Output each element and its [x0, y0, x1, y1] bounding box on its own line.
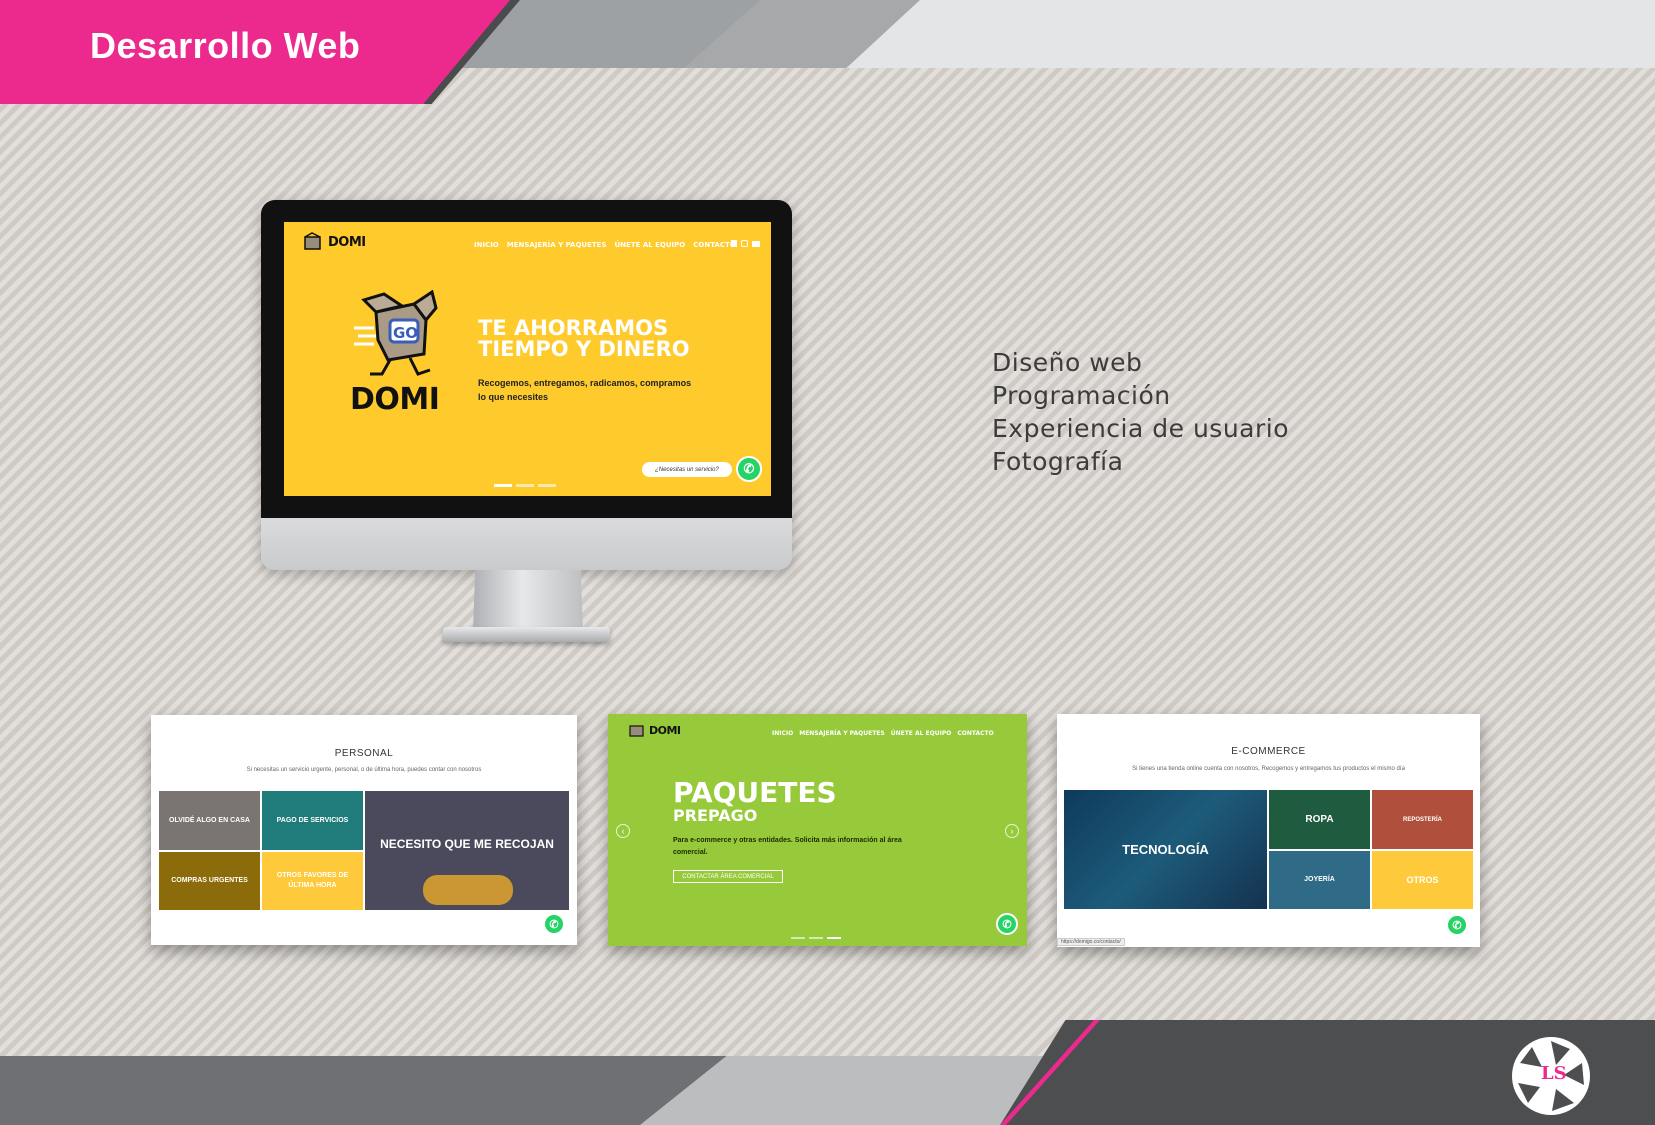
service-item: Diseño web: [992, 348, 1143, 377]
monitor-chin: [261, 518, 792, 570]
personal-subtitle: Si necesitas un servicio urgente, person…: [246, 767, 482, 773]
logo-monogram: LS: [1541, 1063, 1567, 1084]
box-mascot-icon: [629, 725, 644, 737]
carousel-prev-icon[interactable]: ‹: [616, 824, 630, 838]
nav-mensajeria[interactable]: MENSAJERÍA Y PAQUETES: [507, 241, 607, 249]
nav-contacto[interactable]: CONTACTO: [693, 241, 735, 249]
paquetes-title: PAQUETES: [673, 776, 837, 809]
site-nav: INICIO MENSAJERÍA Y PAQUETES ÚNETE AL EQ…: [772, 730, 994, 737]
carousel-dots: [494, 484, 556, 487]
contactar-comercial-button[interactable]: CONTACTAR ÁREA COMERCIAL: [673, 870, 783, 883]
nav-unete[interactable]: ÚNETE AL EQUIPO: [891, 730, 952, 737]
tile-pago-servicios[interactable]: PAGO DE SERVICIOS: [262, 791, 363, 850]
nav-unete[interactable]: ÚNETE AL EQUIPO: [615, 241, 686, 249]
carousel-dots: [791, 937, 841, 939]
site-nav: INICIO MENSAJERÍA Y PAQUETES ÚNETE AL EQ…: [474, 241, 736, 249]
social-links: [731, 240, 760, 247]
thumbnail-ecommerce: E-COMMERCE Si tienes una tienda online c…: [1057, 714, 1480, 947]
whatsapp-icon[interactable]: ✆: [543, 913, 565, 935]
box-mascot-icon: [304, 232, 321, 250]
email-icon[interactable]: [752, 241, 760, 247]
tile-joyeria[interactable]: JOYERÍA: [1269, 851, 1370, 909]
nav-inicio[interactable]: INICIO: [772, 730, 793, 737]
box-label: GO: [393, 324, 418, 342]
carousel-dot[interactable]: [516, 484, 534, 487]
scooter-illustration: [423, 875, 513, 905]
monitor-base: [443, 627, 610, 642]
site-logo-text: DOMI: [649, 723, 681, 737]
services-list: Diseño web Programación Experiencia de u…: [992, 346, 1289, 478]
carousel-dot[interactable]: [827, 937, 841, 939]
tile-necesito-recojan-label: NECESITO QUE ME RECOJAN: [380, 837, 554, 851]
box-mascot-icon: GO: [354, 290, 438, 376]
tile-otros[interactable]: OTROS: [1372, 851, 1473, 909]
tile-compras-urgentes[interactable]: COMPRAS URGENTES: [159, 852, 260, 910]
site-logo[interactable]: DOMI: [628, 722, 681, 738]
whatsapp-icon[interactable]: ✆: [1446, 914, 1468, 936]
hero-title: TE AHORRAMOS TIEMPO Y DINERO: [478, 318, 738, 360]
nav-inicio[interactable]: INICIO: [474, 241, 499, 249]
hero-title-line-1: TE AHORRAMOS: [478, 316, 669, 340]
nav-mensajeria[interactable]: MENSAJERÍA Y PAQUETES: [799, 730, 884, 737]
paquetes-subtitle: PREPAGO: [673, 806, 758, 825]
carousel-dot[interactable]: [494, 484, 512, 487]
service-item: Fotografía: [992, 447, 1124, 476]
site-logo-text: DOMI: [328, 234, 366, 250]
carousel-dot[interactable]: [809, 937, 823, 939]
carousel-dot[interactable]: [538, 484, 556, 487]
paquetes-text: Para e-commerce y otras entidades. Solic…: [673, 837, 902, 856]
status-url: https://domigo.co/contacto/: [1057, 938, 1125, 946]
service-item: Programación: [992, 381, 1171, 410]
carousel-next-icon[interactable]: ›: [1005, 824, 1019, 838]
tile-otros-favores[interactable]: OTROS FAVORES DE ÚLTIMA HORA: [262, 852, 363, 910]
service-item: Experiencia de usuario: [992, 414, 1289, 443]
monitor-stand: [473, 570, 583, 632]
tile-olvide-algo[interactable]: OLVIDÉ ALGO EN CASA: [159, 791, 260, 850]
hero-text: Recogemos, entregamos, radicamos, compra…: [478, 378, 692, 402]
page-title: Desarrollo Web: [90, 25, 361, 66]
whatsapp-icon[interactable]: ✆: [996, 913, 1018, 935]
personal-title: PERSONAL: [334, 748, 394, 759]
carousel-dot[interactable]: [791, 937, 805, 939]
thumbnail-paquetes: DOMI INICIO MENSAJERÍA Y PAQUETES ÚNETE …: [608, 714, 1027, 946]
whatsapp-icon[interactable]: ✆: [736, 456, 762, 482]
nav-contacto[interactable]: CONTACTO: [957, 730, 993, 737]
ecommerce-title: E-COMMERCE: [1231, 746, 1306, 757]
hero-title-line-2: TIEMPO Y DINERO: [478, 337, 690, 361]
ecommerce-subtitle: Si tienes una tienda online cuenta con n…: [1132, 766, 1405, 772]
whatsapp-prompt[interactable]: ¿Necesitas un servicio?: [642, 462, 732, 477]
facebook-icon[interactable]: [731, 240, 737, 247]
tile-reposteria[interactable]: REPOSTERÍA: [1372, 790, 1473, 849]
tile-tecnologia[interactable]: TECNOLOGÍA: [1064, 790, 1267, 909]
tile-ropa[interactable]: ROPA: [1269, 790, 1370, 849]
domi-homepage-screen: DOMI INICIO MENSAJERÍA Y PAQUETES ÚNETE …: [284, 222, 771, 496]
instagram-icon[interactable]: [741, 240, 748, 247]
site-logo[interactable]: DOMI: [302, 232, 366, 252]
thumbnail-personal: PERSONAL Si necesitas un servicio urgent…: [151, 715, 577, 945]
hero-logo-text: DOMI: [350, 382, 440, 417]
